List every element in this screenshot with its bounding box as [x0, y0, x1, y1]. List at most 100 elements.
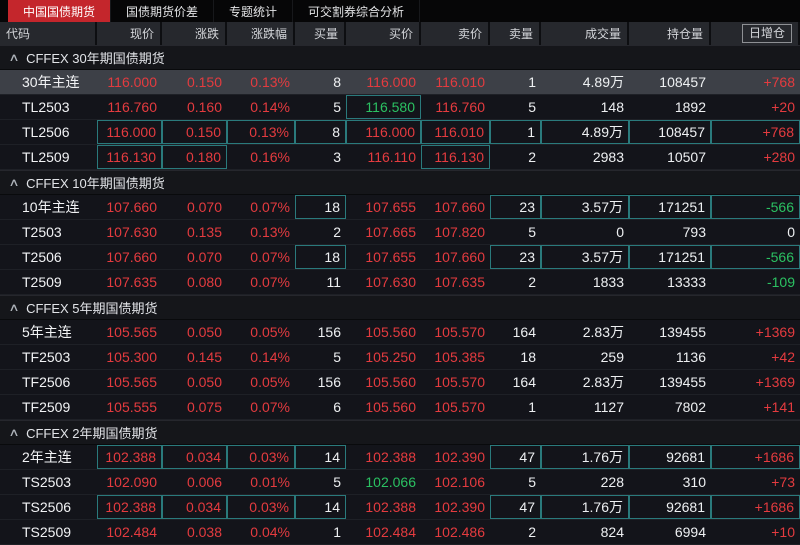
cell-oi-change: +768 [763, 74, 795, 90]
column-header-ask[interactable]: 卖价 [421, 22, 490, 45]
cell-open-interest: 10507 [667, 149, 706, 165]
cell-volume: 1.76万 [541, 445, 629, 469]
cell-oi-change: +1686 [711, 495, 800, 519]
cell-ask-vol: 5 [528, 474, 536, 490]
table-row-T2506[interactable]: T2506 107.660 0.070 0.07% 18 107.655 107.660 23… [0, 245, 800, 270]
cell-last: 105.565 [106, 374, 157, 390]
table-row-10年主连[interactable]: 10年主连 107.660 0.070 0.07% 18 107.655 107.660 23… [0, 195, 800, 220]
column-header-volume[interactable]: 成交量 [541, 22, 629, 45]
column-header-change[interactable]: 涨跌 [162, 22, 227, 45]
cell-open-interest: 139455 [659, 374, 706, 390]
cell-bid: 107.665 [365, 224, 416, 240]
contract-code: 30年主连 [22, 74, 80, 90]
cell-ask: 105.570 [434, 399, 485, 415]
cell-last: 116.000 [97, 120, 162, 144]
column-header-open-interest[interactable]: 持仓量 [629, 22, 711, 45]
tab-1[interactable]: 中国国债期货 [8, 0, 112, 22]
cell-open-interest: 1136 [675, 349, 706, 365]
cell-volume: 4.89万 [582, 74, 624, 90]
column-header-code[interactable]: 代码 [0, 22, 97, 45]
cell-volume: 2.83万 [582, 374, 624, 390]
cell-oi-change: +20 [771, 99, 795, 115]
cell-bid-vol: 3 [333, 149, 341, 165]
tab-2[interactable]: 国债期货价差 [111, 0, 215, 22]
cell-change-pct: 0.01% [250, 474, 290, 490]
cell-change: 0.006 [186, 474, 222, 490]
cell-open-interest: 139455 [659, 324, 706, 340]
table-row-TS2503[interactable]: TS2503 102.090 0.006 0.01% 5 102.066 102.106 5 2… [0, 470, 800, 495]
cell-bid: 116.000 [346, 120, 421, 144]
column-header-last[interactable]: 现价 [97, 22, 162, 45]
cell-oi-change: -566 [711, 195, 800, 219]
tab-4[interactable]: 可交割券综合分析 [293, 0, 421, 22]
contract-code: TS2503 [22, 474, 72, 490]
table-row-T2509[interactable]: T2509 107.635 0.080 0.07% 11 107.630 107.635 2 1… [0, 270, 800, 295]
cell-last: 105.565 [106, 324, 157, 340]
table-row-TS2509[interactable]: TS2509 102.484 0.038 0.04% 1 102.484 102.486 2 8… [0, 520, 800, 545]
cell-last: 102.484 [106, 524, 157, 540]
cell-change-pct: 0.05% [250, 374, 290, 390]
table-row-T2503[interactable]: T2503 107.630 0.135 0.13% 2 107.665 107.820 5 0 7… [0, 220, 800, 245]
column-header-row: 代码 现价 涨跌 涨跌幅 买量 买价 卖价 卖量 成交量 持仓量 日增仓 [0, 22, 800, 45]
cell-change-pct: 0.07% [250, 199, 290, 215]
section-header-1[interactable]: ∧ CFFEX 30年期国债期货 [0, 45, 800, 70]
section-header-2[interactable]: ∧ CFFEX 10年期国债期货 [0, 170, 800, 195]
cell-oi-change: +10 [771, 524, 795, 540]
cell-change: 0.180 [162, 145, 227, 169]
cell-bid: 105.250 [365, 349, 416, 365]
column-header-change-pct[interactable]: 涨跌幅 [227, 22, 295, 45]
cell-bid-vol: 18 [295, 245, 346, 269]
cell-last: 116.760 [107, 99, 157, 115]
cell-open-interest: 92681 [629, 495, 711, 519]
cell-ask: 116.760 [435, 99, 485, 115]
cell-ask-vol: 1 [528, 74, 536, 90]
column-header-bid-vol[interactable]: 买量 [295, 22, 346, 45]
cell-ask-vol: 23 [490, 245, 541, 269]
section-header-3[interactable]: ∧ CFFEX 5年期国债期货 [0, 295, 800, 320]
cell-open-interest: 1892 [674, 99, 706, 115]
cell-bid-vol: 5 [333, 474, 341, 490]
table-row-5年主连[interactable]: 5年主连 105.565 0.050 0.05% 156 105.560 105.570 16… [0, 320, 800, 345]
table-row-TS2506[interactable]: TS2506 102.388 0.034 0.03% 14 102.388 102.390 4… [0, 495, 800, 520]
cell-bid: 102.066 [365, 474, 416, 490]
table-row-TF2503[interactable]: TF2503 105.300 0.145 0.14% 5 105.250 105.385 18… [0, 345, 800, 370]
cell-change: 0.038 [186, 524, 222, 540]
cell-ask-vol: 164 [512, 324, 536, 340]
cell-change: 0.160 [186, 99, 222, 115]
cell-change: 0.070 [186, 249, 222, 265]
cell-ask: 105.385 [434, 349, 485, 365]
section-title: CFFEX 10年期国债期货 [26, 176, 165, 191]
cell-last: 107.630 [106, 224, 157, 240]
contract-code: TF2509 [22, 399, 71, 415]
cell-volume: 1833 [592, 274, 624, 290]
table-row-TL2503[interactable]: TL2503 116.760 0.160 0.14% 5 116.580 116.760 5 1… [0, 95, 800, 120]
table-row-2年主连[interactable]: 2年主连 102.388 0.034 0.03% 14 102.388 102.390 47 1… [0, 445, 800, 470]
cell-ask-vol: 23 [490, 195, 541, 219]
table-row-TF2506[interactable]: TF2506 105.565 0.050 0.05% 156 105.560 105.570… [0, 370, 800, 395]
table-row-30年主连[interactable]: 30年主连 116.000 0.150 0.13% 8 116.000 116.010 1 4.… [0, 70, 800, 95]
table-row-TF2509[interactable]: TF2509 105.555 0.075 0.07% 6 105.560 105.570 1 1… [0, 395, 800, 420]
cell-open-interest: 108457 [629, 120, 711, 144]
section-title: CFFEX 5年期国债期货 [26, 301, 158, 316]
cell-change-pct: 0.07% [250, 399, 290, 415]
cell-bid: 107.655 [365, 249, 416, 265]
cell-change: 0.034 [162, 495, 227, 519]
cell-open-interest: 171251 [629, 195, 711, 219]
cell-oi-change: 0 [787, 224, 795, 240]
contract-code: TF2503 [22, 349, 71, 365]
table-row-TL2509[interactable]: TL2509 116.130 0.180 0.16% 3 116.110 116.130 2 2… [0, 145, 800, 170]
section-header-4[interactable]: ∧ CFFEX 2年期国债期货 [0, 420, 800, 445]
contract-code: TL2509 [22, 149, 70, 165]
cell-ask: 102.486 [434, 524, 485, 540]
cell-bid: 105.560 [365, 374, 416, 390]
cell-oi-change: +1369 [755, 374, 795, 390]
cell-volume: 3.57万 [541, 195, 629, 219]
table-row-TL2506[interactable]: TL2506 116.000 0.150 0.13% 8 116.000 116.010 1 4… [0, 120, 800, 145]
cell-change: 0.050 [186, 324, 222, 340]
column-header-ask-vol[interactable]: 卖量 [490, 22, 541, 45]
cell-volume: 2983 [592, 149, 624, 165]
contract-code: 10年主连 [22, 199, 80, 215]
column-header-oi-change[interactable]: 日增仓 [711, 22, 800, 45]
tab-3[interactable]: 专题统计 [214, 0, 294, 22]
column-header-bid[interactable]: 买价 [346, 22, 421, 45]
